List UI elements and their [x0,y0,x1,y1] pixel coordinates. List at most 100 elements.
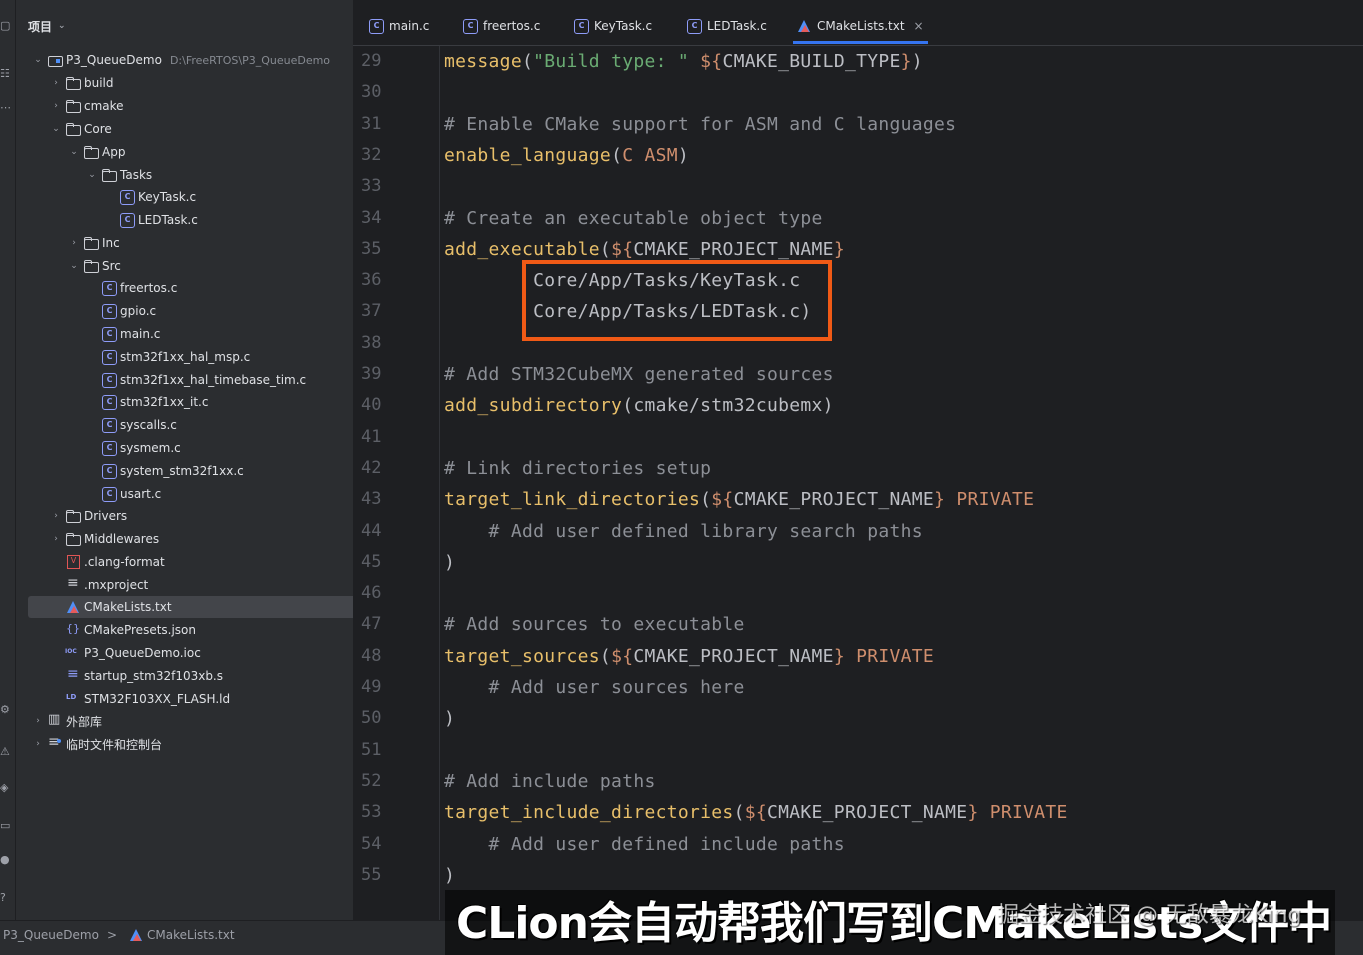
tree-item-label: system_stm32f1xx.c [120,464,244,478]
chevron-down-icon[interactable]: ⌄ [32,55,44,65]
chevron-right-icon[interactable]: › [50,101,62,111]
tree-item[interactable]: sysmem.c [28,437,357,459]
tree-item[interactable]: stm32f1xx_hal_timebase_tim.c [28,369,357,391]
terminal-tool-icon[interactable]: ▭ [0,818,10,834]
git-tool-icon[interactable]: ◈ [0,780,10,796]
tree-item[interactable]: stm32f1xx_it.c [28,391,357,413]
code-line[interactable]: # Add user sources here [444,672,745,703]
tree-item[interactable]: stm32f1xx_hal_msp.c [28,346,357,368]
chevron-down-icon[interactable]: ⌄ [68,261,80,271]
tree-item[interactable]: ⌄ P3_QueueDemo D:\FreeRTOS\P3_QueueDemo [28,49,357,71]
tree-item[interactable]: system_stm32f1xx.c [28,460,357,482]
code-line[interactable]: message("Build type: " ${CMAKE_BUILD_TYP… [444,46,923,77]
tab-ledtask-c[interactable]: LEDTask.c [683,8,767,44]
more-tools-icon[interactable]: ⋯ [0,100,10,116]
code-line[interactable]: # Enable CMake support for ASM and C lan… [444,109,956,140]
chevron-right-icon[interactable]: › [68,238,80,248]
tree-item-label: Src [102,259,121,273]
tree-item-label: Inc [102,236,120,250]
close-icon[interactable]: × [914,19,924,33]
tree-item[interactable]: gpio.c [28,300,357,322]
tree-item[interactable]: › Middlewares [28,528,357,550]
ioc-icon [65,646,81,660]
tree-item[interactable]: CMakePresets.json [28,619,357,641]
tree-item[interactable]: › cmake [28,95,357,117]
code-token: ( [700,489,712,511]
services-tool-icon[interactable]: ⚙ [0,702,10,718]
chevron-down-icon[interactable]: ⌄ [68,147,80,157]
tree-item[interactable]: P3_QueueDemo.ioc [28,642,357,664]
project-path-hint: D:\FreeRTOS\P3_QueueDemo [169,53,331,67]
tab-keytask-c[interactable]: KeyTask.c [570,8,652,44]
tree-item[interactable]: STM32F103XX_FLASH.ld [28,688,357,710]
tree-item-label: main.c [120,327,161,341]
problems-tool-icon[interactable]: ⚠ [0,744,10,760]
folder-icon [101,168,117,182]
code-line[interactable]: target_include_directories(${CMAKE_PROJE… [444,797,1068,828]
tree-item[interactable]: › 外部库 [28,710,357,732]
code-line[interactable]: # Link directories setup [444,453,711,484]
code-token: PRIVATE [856,645,935,667]
tree-item[interactable]: KeyTask.c [28,186,357,208]
code-line[interactable]: ) [444,703,455,734]
tab-main-c[interactable]: main.c [365,8,429,44]
chevron-down-icon[interactable]: ⌄ [50,124,62,134]
code-line[interactable]: enable_language(C ASM) [444,140,689,171]
code-line[interactable]: add_subdirectory(cmake/stm32cubemx) [444,390,834,421]
chevron-down-icon[interactable]: ⌄ [58,21,66,31]
tree-item[interactable]: startup_stm32f103xb.s [28,665,357,687]
tree-item[interactable]: › Inc [28,232,357,254]
project-tool-icon[interactable]: ▢ [0,18,10,34]
project-panel-header[interactable]: 项目 ⌄ [28,17,66,35]
tree-item[interactable]: syscalls.c [28,414,357,436]
tree-item[interactable]: LEDTask.c [28,209,357,231]
tree-item-label: P3_QueueDemo [66,53,162,67]
notifications-tool-icon[interactable]: ● [0,852,10,868]
line-number: 50 [361,708,382,729]
tree-item[interactable]: › Drivers [28,505,357,527]
chevron-right-icon[interactable]: › [50,78,62,88]
code-line[interactable]: # Add user defined include paths [444,829,845,860]
code-line[interactable]: ) [444,547,455,578]
tree-item[interactable]: freertos.c [28,277,357,299]
tree-item[interactable]: › build [28,72,357,94]
breadcrumb-project[interactable]: P3_QueueDemo [3,928,99,942]
code-line[interactable]: # Add sources to executable [444,609,745,640]
tree-item[interactable]: ⌄ App [28,141,357,163]
chevron-right-icon[interactable]: › [32,739,44,749]
tree-item[interactable]: › 临时文件和控制台 [28,733,357,755]
code-line[interactable]: # Add STM32CubeMX generated sources [444,359,834,390]
chevron-right-icon[interactable]: › [50,534,62,544]
c-file-icon [101,304,117,319]
chevron-right-icon[interactable]: › [50,511,62,521]
code-token: ${ [611,238,634,260]
folder-icon [65,76,81,90]
cmake-icon [796,19,812,33]
code-editor[interactable]: 29 message("Build type: " ${CMAKE_BUILD_T… [353,46,1363,920]
tree-item[interactable]: usart.c [28,483,357,505]
code-token: # Add user defined library search paths [444,520,923,542]
code-line[interactable]: target_sources(${CMAKE_PROJECT_NAME} PRI… [444,641,934,672]
code-line[interactable]: target_link_directories(${CMAKE_PROJECT_… [444,484,1034,515]
tab-cmakelists-txt[interactable]: CMakeLists.txt × [793,8,928,44]
tree-item[interactable]: main.c [28,323,357,345]
tree-item[interactable]: ⌄ Src [28,255,357,277]
tree-item[interactable]: CMakeLists.txt [28,596,357,618]
tree-item[interactable]: ⌄ Tasks [28,164,357,186]
code-line[interactable]: # Add include paths [444,766,656,797]
tree-item-label: Core [84,122,112,136]
chevron-right-icon[interactable]: › [32,716,44,726]
code-line[interactable]: # Add user defined library search paths [444,516,923,547]
breadcrumb-file[interactable]: CMakeLists.txt [147,928,235,942]
line-number: 41 [361,426,382,447]
help-tool-icon[interactable]: ? [0,890,10,906]
tab-freertos-c[interactable]: freertos.c [459,8,540,44]
tree-item[interactable]: .mxproject [28,574,357,596]
structure-tool-icon[interactable]: ☷ [0,66,10,82]
tree-item[interactable]: .clang-format [28,551,357,573]
code-token: ${ [700,51,723,72]
code-line[interactable]: # Create an executable object type [444,203,823,234]
chevron-down-icon[interactable]: ⌄ [86,170,98,180]
code-line[interactable]: ) [444,860,455,891]
tree-item[interactable]: ⌄ Core [28,118,357,140]
